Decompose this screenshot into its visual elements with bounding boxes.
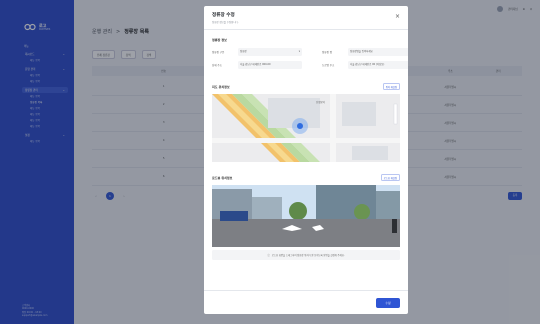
stop-type-value: 정류장 — [240, 50, 247, 53]
roadview-section-title: 로드뷰 위치정보 로드뷰 재설정 — [212, 174, 400, 181]
roadview-graphic — [212, 185, 400, 247]
section-label: 정류장 정보 — [212, 38, 227, 42]
roadview-panel[interactable] — [212, 185, 400, 247]
road-address-input[interactable]: 서울 강남구 테헤란로 00 (역삼동) — [348, 61, 408, 69]
reset-roadview-button[interactable]: 로드뷰 재설정 — [380, 174, 400, 181]
reset-location-button[interactable]: 위치 재설정 — [382, 83, 400, 90]
info-icon: ⓘ — [267, 254, 270, 257]
location-map[interactable]: 선정릉역 — [212, 94, 400, 162]
confirm-button[interactable]: 수정 — [376, 298, 400, 308]
stop-form: 정류장 구분 정류장 ▾ 정류장 명 정류장명을 입력하세요 상세 주소 서울 … — [212, 48, 408, 69]
stop-type-select[interactable]: 정류장 ▾ — [238, 48, 302, 56]
basic-info-title: 정류장 정보 — [212, 38, 400, 42]
close-icon[interactable]: × — [395, 14, 400, 20]
map-place-label: 선정릉역 — [316, 101, 325, 104]
stop-type-label: 정류장 구분 — [212, 50, 225, 54]
notice-text: 로드뷰 화면을 드래그하여 정류장 위치가 잘 보이도록 방향을 설정해 주세요… — [271, 254, 345, 257]
section-label: 지도 위치정보 — [212, 84, 230, 89]
detail-address-input[interactable]: 서울 강남구 테헤란로 000-00 — [238, 61, 302, 69]
roadview-notice: ⓘ 로드뷰 화면을 드래그하여 정류장 위치가 잘 보이도록 방향을 설정해 주… — [212, 250, 400, 260]
section-label: 로드뷰 위치정보 — [212, 175, 233, 180]
modal-body: 정류장 정보 정류장 구분 정류장 ▾ 정류장 명 정류장명을 입력하세요 상세… — [204, 30, 408, 260]
detail-address-label: 상세 주소 — [212, 63, 222, 67]
map-section-title: 지도 위치정보 위치 재설정 — [212, 83, 400, 90]
modal-footer: 수정 — [204, 290, 408, 314]
map-graphic — [212, 94, 400, 162]
modal-title: 정류장 수정 — [212, 13, 235, 18]
chevron-down-icon: ▾ — [298, 50, 300, 53]
stop-name-label: 정류장 명 — [322, 50, 332, 54]
modal-subtitle: 정류장 정보를 수정합니다. — [212, 21, 239, 24]
edit-stop-modal: 정류장 수정 정류장 정보를 수정합니다. × 정류장 정보 정류장 구분 정류… — [204, 6, 408, 314]
modal-header: 정류장 수정 정류장 정보를 수정합니다. × — [204, 6, 408, 30]
stop-name-input[interactable]: 정류장명을 입력하세요 — [348, 48, 408, 56]
road-address-label: 도로명 주소 — [322, 63, 335, 67]
